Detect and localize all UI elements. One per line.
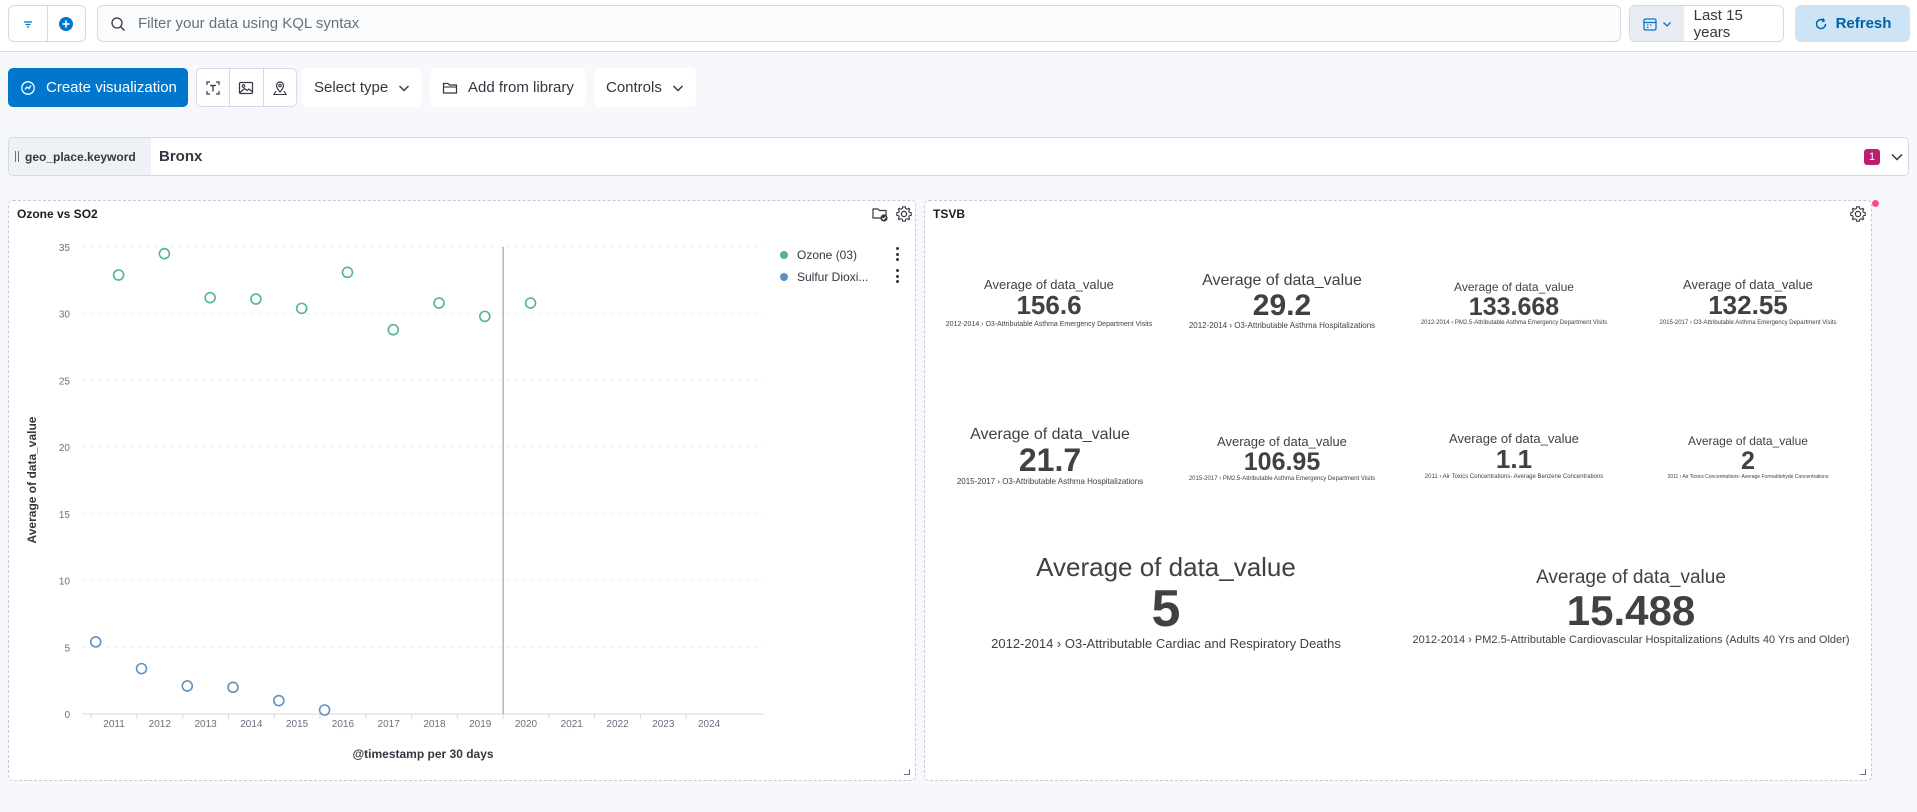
metric-caption: 2011 › Air Toxics Concentrations- Averag…	[1667, 474, 1829, 481]
metric-value: 15.488	[1566, 586, 1696, 634]
legend-options-icon[interactable]	[896, 269, 900, 283]
data-point	[273, 694, 285, 707]
resize-handle[interactable]	[1860, 769, 1866, 775]
metric-tile: Average of data_value 1.1 2011 › Air Tox…	[1424, 431, 1604, 481]
x-tick-label: 2011	[103, 719, 125, 730]
data-point	[478, 310, 491, 323]
metric-label: Average of data_value	[1217, 434, 1347, 449]
metric-caption: 2012-2014 › O3-Attributable Asthma Emerg…	[945, 320, 1153, 328]
metric-tile: Average of data_value 15.488 2012-2014 ›…	[1412, 567, 1850, 647]
y-tick-label: 15	[59, 510, 71, 521]
x-tick-label: 2020	[515, 719, 538, 730]
x-tick-label: 2021	[561, 719, 584, 730]
legend-item-so2[interactable]: Sulfur Dioxi...	[780, 266, 900, 288]
y-tick-label: 5	[64, 643, 70, 654]
x-tick-label: 2013	[194, 719, 217, 730]
y-tick-label: 35	[59, 243, 71, 254]
data-point	[524, 297, 537, 309]
metric-caption: 2012-2014 › PM2.5-Attributable Cardiovas…	[1412, 633, 1850, 646]
y-tick-label: 30	[59, 310, 71, 321]
legend-dot	[780, 251, 788, 259]
y-tick-label: 20	[59, 443, 71, 454]
metric-tile: Average of data_value 2 2011 › Air Toxic…	[1667, 434, 1829, 481]
x-tick-label: 2023	[652, 719, 675, 730]
data-point	[89, 636, 102, 648]
metric-tile: Average of data_value 21.7 2015-2017 › O…	[957, 426, 1143, 488]
x-tick-label: 2015	[286, 719, 309, 730]
data-point	[387, 323, 400, 336]
data-point	[250, 293, 262, 305]
metric-label: Average of data_value	[970, 426, 1130, 443]
metric-caption: 2012-2014 › PM2.5-Attributable Asthma Em…	[1420, 320, 1608, 327]
x-tick-label: 2022	[606, 719, 629, 730]
metric-label: Average of data_value	[1536, 567, 1726, 588]
y-axis-title: Average of data_value	[25, 416, 39, 543]
metric-label: Average of data_value	[1202, 272, 1362, 289]
y-tick-label: 0	[64, 710, 70, 721]
legend-item-ozone[interactable]: Ozone (03)	[780, 244, 900, 266]
x-tick-label: 2018	[423, 719, 446, 730]
data-point	[112, 269, 125, 281]
metric-caption: 2015-2017 › O3-Attributable Asthma Emerg…	[1659, 319, 1837, 326]
metric-value: 1.1	[1495, 444, 1533, 475]
legend-label: Sulfur Dioxi...	[797, 270, 869, 284]
x-tick-label: 2012	[149, 719, 172, 730]
data-point	[295, 302, 308, 315]
metric-value: 156.6	[1016, 290, 1082, 321]
data-point	[227, 681, 239, 694]
metric-tile: Average of data_value 132.55 2015-2017 ›…	[1659, 277, 1837, 327]
notification-dot	[1872, 200, 1879, 207]
metric-value: 106.95	[1243, 448, 1321, 477]
data-point	[341, 266, 354, 279]
metric-label: Average of data_value	[1036, 552, 1296, 582]
metric-tile: Average of data_value 5 2012-2014 › O3-A…	[991, 553, 1341, 653]
x-tick-label: 2017	[378, 719, 401, 730]
metric-caption: 2012-2014 › O3-Attributable Asthma Hospi…	[1188, 321, 1376, 331]
panel-title: TSVB	[933, 207, 966, 221]
data-point	[181, 680, 194, 692]
data-point	[135, 662, 148, 675]
metric-tile: Average of data_value 29.2 2012-2014 › O…	[1189, 272, 1375, 331]
metric-caption: 2011 › Air Toxics Concentrations- Averag…	[1424, 473, 1604, 480]
metric-caption: 2012-2014 › O3-Attributable Cardiac and …	[991, 636, 1341, 652]
data-point	[318, 704, 331, 716]
x-tick-label: 2016	[332, 719, 355, 730]
metric-tile: Average of data_value 106.95 2015-2017 ›…	[1188, 434, 1376, 483]
x-axis-title: @timestamp per 30 days	[352, 747, 493, 761]
y-tick-label: 10	[59, 577, 71, 588]
metric-value: 132.55	[1708, 290, 1788, 321]
metric-value: 21.7	[1018, 441, 1082, 478]
legend-dot	[780, 273, 788, 281]
data-point	[158, 247, 171, 260]
data-point	[433, 297, 445, 309]
metric-caption: 2015-2017 › PM2.5-Attributable Asthma Em…	[1188, 475, 1376, 482]
metric-caption: 2015-2017 › O3-Attributable Asthma Hospi…	[956, 477, 1144, 487]
x-tick-label: 2024	[698, 719, 721, 730]
x-tick-label: 2019	[469, 719, 492, 730]
metric-value: 5	[1151, 579, 1181, 638]
legend-label: Ozone (03)	[797, 248, 858, 262]
metric-value: 2	[1741, 447, 1755, 476]
x-tick-label: 2014	[240, 719, 263, 730]
metric-value: 133.668	[1468, 293, 1560, 322]
legend-options-icon[interactable]	[896, 247, 900, 261]
data-point	[204, 291, 216, 304]
metric-tile: Average of data_value 156.6 2012-2014 › …	[945, 277, 1153, 329]
metric-value: 29.2	[1252, 288, 1312, 322]
panel-settings-icon[interactable]	[1849, 205, 1867, 223]
y-tick-label: 25	[59, 376, 71, 387]
chart-legend: Ozone (03) Sulfur Dioxi...	[780, 244, 900, 288]
metric-tile: Average of data_value 133.668 2012-2014 …	[1420, 280, 1608, 328]
